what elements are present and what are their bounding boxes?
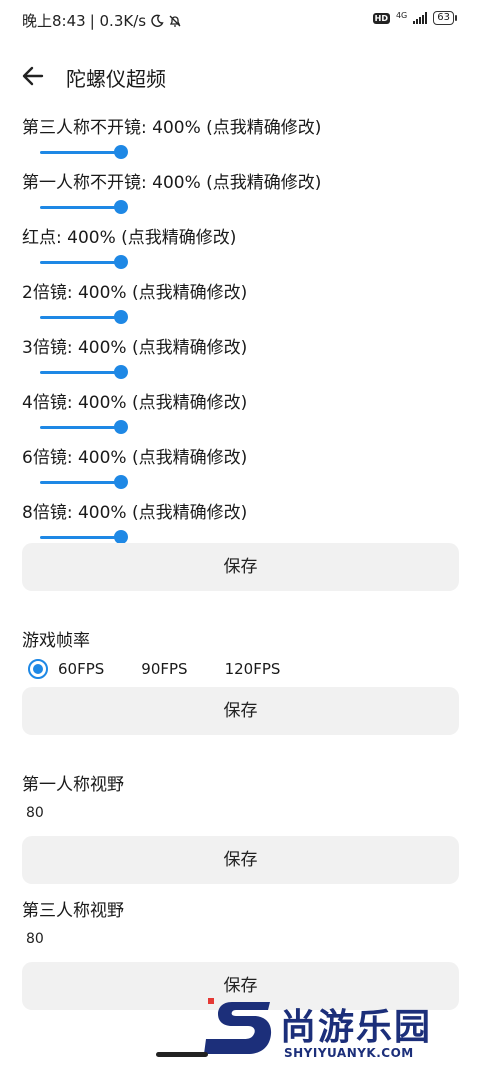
slider-track[interactable] [40,481,120,484]
slider-track[interactable] [40,426,120,429]
slider-label[interactable]: 第一人称不开镜: 400% (点我精确修改) [22,168,321,193]
slider-track[interactable] [40,536,120,539]
signal-icon [413,12,428,24]
slider-third-person-no-scope: 第三人称不开镜: 400% (点我精确修改) [22,113,462,163]
status-bar: 晚上8:43 | 0.3K/s HD 4G 63 [0,0,480,40]
status-speed: | 0.3K/s [89,11,147,30]
slider-thumb[interactable] [114,365,128,379]
fps-option-label: 60FPS [58,660,105,678]
slider-track[interactable] [40,206,120,209]
slider-track[interactable] [40,371,120,374]
fps-option-90[interactable]: 90FPS [141,660,187,678]
s-logo-icon [204,998,272,1054]
page-title: 陀螺仪超频 [66,67,166,91]
slider-3x-scope: 3倍镜: 400% (点我精确修改) [22,333,462,383]
slider-thumb[interactable] [114,420,128,434]
slider-thumb[interactable] [114,310,128,324]
save-frame-rate-button[interactable]: 保存 [22,687,459,735]
status-right: HD 4G 63 [372,10,457,25]
bell-muted-icon [169,15,181,27]
slider-label[interactable]: 6倍镜: 400% (点我精确修改) [22,443,247,468]
fps-option-60[interactable]: 60FPS [28,659,104,679]
watermark-logo: 尚游乐园 SHYIYUANYK.COM [204,996,480,1066]
save-fov-first-button[interactable]: 保存 [22,836,459,884]
status-time: 晚上8:43 [22,12,86,30]
watermark-en-text: SHYIYUANYK.COM [284,1046,414,1060]
save-sensitivity-button[interactable]: 保存 [22,543,459,591]
fps-option-label: 120FPS [224,660,281,678]
slider-label[interactable]: 红点: 400% (点我精确修改) [22,223,236,248]
fov-first-person-value[interactable]: 80 [26,805,44,821]
moon-icon [151,14,164,27]
hd-badge: HD [372,12,390,24]
battery-icon: 63 [433,11,457,25]
frame-rate-label: 游戏帧率 [22,631,90,651]
fov-first-person-label: 第一人称视野 [22,775,124,795]
slider-label[interactable]: 4倍镜: 400% (点我精确修改) [22,388,247,413]
slider-red-dot: 红点: 400% (点我精确修改) [22,223,462,273]
battery-level: 63 [437,12,450,23]
slider-label[interactable]: 3倍镜: 400% (点我精确修改) [22,333,247,358]
slider-thumb[interactable] [114,145,128,159]
slider-6x-scope: 6倍镜: 400% (点我精确修改) [22,443,462,493]
fov-third-person-label: 第三人称视野 [22,901,124,921]
watermark-cn-text: 尚游乐园 [280,1007,433,1048]
slider-label[interactable]: 第三人称不开镜: 400% (点我精确修改) [22,113,321,138]
frame-rate-options: 60FPS 90FPS 120FPS [28,656,280,682]
slider-thumb[interactable] [114,200,128,214]
slider-label[interactable]: 2倍镜: 400% (点我精确修改) [22,278,247,303]
slider-track[interactable] [40,261,120,264]
back-arrow-icon[interactable] [20,63,46,89]
fps-option-label: 90FPS [141,660,188,678]
slider-8x-scope: 8倍镜: 400% (点我精确修改) [22,498,462,548]
fps-option-120[interactable]: 120FPS [225,660,281,678]
fov-third-person-value[interactable]: 80 [26,931,44,947]
status-left: 晚上8:43 | 0.3K/s [22,10,182,31]
network-type: 4G [395,10,408,20]
radio-selected-icon[interactable] [28,659,48,679]
slider-label[interactable]: 8倍镜: 400% (点我精确修改) [22,498,247,523]
slider-thumb[interactable] [114,255,128,269]
app-bar: 陀螺仪超频 [0,52,480,100]
home-indicator[interactable] [156,1052,208,1057]
slider-4x-scope: 4倍镜: 400% (点我精确修改) [22,388,462,438]
slider-2x-scope: 2倍镜: 400% (点我精确修改) [22,278,462,328]
slider-thumb[interactable] [114,530,128,544]
slider-first-person-no-scope: 第一人称不开镜: 400% (点我精确修改) [22,168,462,218]
slider-track[interactable] [40,316,120,319]
slider-thumb[interactable] [114,475,128,489]
slider-track[interactable] [40,151,120,154]
